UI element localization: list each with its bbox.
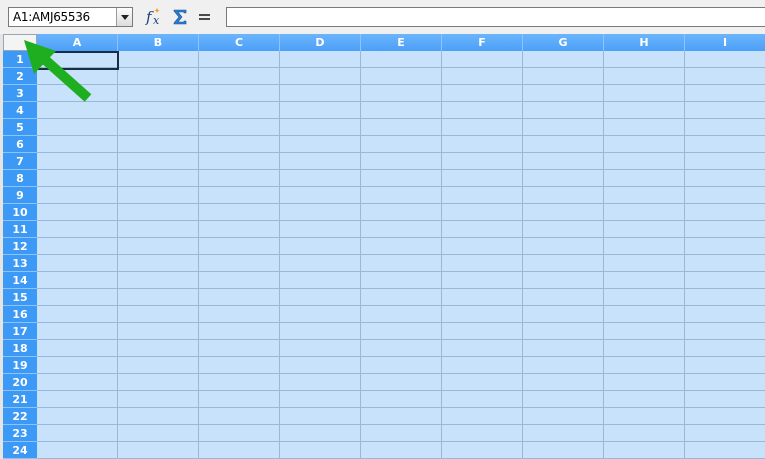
row-header[interactable]: 17 — [3, 323, 37, 340]
column-header-row: A B C D E F G H I — [37, 34, 765, 51]
row-header[interactable]: 13 — [3, 255, 37, 272]
row-header[interactable]: 21 — [3, 391, 37, 408]
row-header[interactable]: 5 — [3, 119, 37, 136]
row-header[interactable]: 9 — [3, 187, 37, 204]
formula-input[interactable] — [226, 7, 765, 27]
column-header[interactable]: B — [118, 34, 199, 51]
function-wizard-icon[interactable]: f x — [144, 6, 166, 28]
column-header[interactable]: D — [280, 34, 361, 51]
name-box-value: A1:AMJ65536 — [13, 10, 90, 24]
sum-icon[interactable] — [169, 6, 191, 28]
row-header[interactable]: 23 — [3, 425, 37, 442]
row-header[interactable]: 20 — [3, 374, 37, 391]
chevron-down-icon[interactable] — [116, 8, 132, 26]
row-header[interactable]: 14 — [3, 272, 37, 289]
column-header[interactable]: H — [604, 34, 685, 51]
row-header[interactable]: 19 — [3, 357, 37, 374]
formula-bar: A1:AMJ65536 f x — [0, 0, 765, 34]
spreadsheet-grid: A B C D E F G H I 1 2 3 4 5 6 7 8 9 10 1… — [0, 34, 765, 459]
name-box[interactable]: A1:AMJ65536 — [8, 7, 133, 27]
cell-area[interactable] — [37, 51, 765, 459]
svg-text:x: x — [153, 14, 160, 27]
row-header[interactable]: 18 — [3, 340, 37, 357]
column-header[interactable]: C — [199, 34, 280, 51]
row-header[interactable]: 11 — [3, 221, 37, 238]
row-header[interactable]: 3 — [3, 85, 37, 102]
row-header[interactable]: 8 — [3, 170, 37, 187]
column-header[interactable]: G — [523, 34, 604, 51]
column-header[interactable]: A — [37, 34, 118, 51]
row-header[interactable]: 4 — [3, 102, 37, 119]
active-cell-cursor[interactable] — [37, 51, 119, 70]
select-all-corner[interactable] — [3, 34, 37, 51]
row-header[interactable]: 6 — [3, 136, 37, 153]
equals-icon[interactable] — [194, 6, 216, 28]
row-header[interactable]: 1 — [3, 51, 37, 68]
row-header[interactable]: 12 — [3, 238, 37, 255]
column-header[interactable]: I — [685, 34, 765, 51]
row-header[interactable]: 22 — [3, 408, 37, 425]
row-header[interactable]: 10 — [3, 204, 37, 221]
row-header[interactable]: 15 — [3, 289, 37, 306]
row-header[interactable]: 16 — [3, 306, 37, 323]
row-header[interactable]: 2 — [3, 68, 37, 85]
column-header[interactable]: E — [361, 34, 442, 51]
row-header[interactable]: 24 — [3, 442, 37, 459]
row-header[interactable]: 7 — [3, 153, 37, 170]
column-header[interactable]: F — [442, 34, 523, 51]
